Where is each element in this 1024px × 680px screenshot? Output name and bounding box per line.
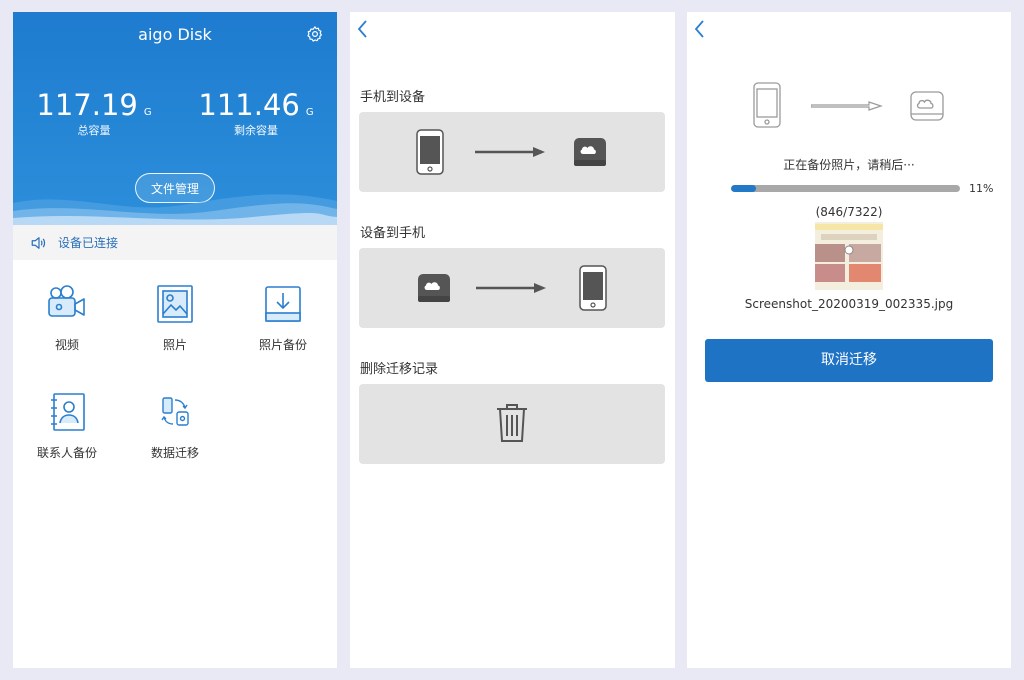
- back-arrow-icon[interactable]: [355, 18, 371, 40]
- download-tray-icon: [265, 286, 301, 322]
- total-capacity-label: 总容量: [77, 124, 111, 137]
- current-file-name: Screenshot_20200319_002335.jpg: [744, 297, 954, 311]
- trash-icon: [497, 404, 527, 442]
- speaker-icon: [31, 236, 46, 249]
- backup-progress-bar: [731, 185, 960, 192]
- delete-records-card[interactable]: [359, 384, 665, 464]
- phone-icon: [579, 265, 607, 311]
- header-wave-decoration: [13, 194, 337, 225]
- free-capacity-unit: G: [305, 107, 314, 118]
- contact-backup-tile[interactable]: 联系人备份: [13, 390, 121, 461]
- phone-outline-icon: [753, 82, 781, 128]
- arrow-right-icon: [475, 147, 545, 157]
- total-capacity: 117.19 G 总容量: [13, 88, 175, 138]
- photo-icon: [157, 285, 193, 323]
- backup-progress-percent: 11%: [969, 182, 994, 195]
- cloud-disk-icon: [574, 138, 606, 166]
- home-screen: aigo Disk 117.19 G 总容量 111.46 G 剩余容量 文件管理 …: [13, 12, 337, 668]
- device-to-phone-card[interactable]: [359, 248, 665, 328]
- video-tile[interactable]: 视频: [13, 282, 121, 353]
- free-capacity-label: 剩余容量: [234, 124, 278, 137]
- video-camera-icon: [48, 285, 85, 317]
- cloud-disk-icon: [418, 274, 450, 302]
- connection-status-bar: 设备已连接: [13, 225, 337, 260]
- migration-screen: 手机到设备 设备到手机 删除迁移记录: [350, 12, 675, 668]
- data-transfer-icon: [161, 397, 189, 426]
- video-label: 视频: [54, 338, 79, 352]
- total-capacity-value: 117.19: [36, 88, 138, 122]
- arrow-right-icon: [476, 283, 546, 293]
- contact-card-icon: [51, 393, 85, 431]
- current-file-thumbnail: [815, 222, 883, 290]
- data-transfer-label: 数据迁移: [150, 446, 199, 460]
- back-arrow-icon[interactable]: [692, 18, 708, 40]
- backup-status-text: 正在备份照片，请稍后···: [783, 158, 915, 172]
- settings-gear-icon[interactable]: [306, 25, 324, 43]
- free-capacity: 111.46 G 剩余容量: [175, 88, 337, 138]
- backup-progress-fill: [731, 185, 757, 192]
- cloud-disk-outline-icon: [910, 91, 944, 121]
- backup-file-count: (846/7322): [815, 205, 883, 219]
- capacity-header: aigo Disk 117.19 G 总容量 111.46 G 剩余容量 文件管理: [13, 12, 337, 225]
- cancel-migration-button[interactable]: 取消迁移: [705, 339, 993, 382]
- phone-to-device-card[interactable]: [359, 112, 665, 192]
- contact-backup-label: 联系人备份: [36, 446, 97, 460]
- total-capacity-unit: G: [143, 107, 152, 118]
- photo-backup-tile[interactable]: 照片备份: [229, 282, 337, 353]
- free-capacity-value: 111.46: [198, 88, 300, 122]
- photo-label: 照片: [162, 338, 187, 352]
- connection-status-text: 设备已连接: [58, 236, 119, 250]
- phone-icon: [416, 129, 444, 175]
- app-title: aigo Disk: [138, 25, 212, 44]
- device-to-phone-title: 设备到手机: [360, 226, 426, 241]
- arrow-right-outline-icon: [811, 101, 883, 111]
- delete-records-title: 删除迁移记录: [360, 362, 439, 377]
- data-transfer-tile[interactable]: 数据迁移: [121, 390, 229, 461]
- phone-to-device-title: 手机到设备: [360, 90, 426, 105]
- progress-screen: 正在备份照片，请稍后··· 11% (846/7322) Screenshot_…: [687, 12, 1011, 668]
- photo-backup-label: 照片备份: [258, 338, 307, 352]
- photo-tile[interactable]: 照片: [121, 282, 229, 353]
